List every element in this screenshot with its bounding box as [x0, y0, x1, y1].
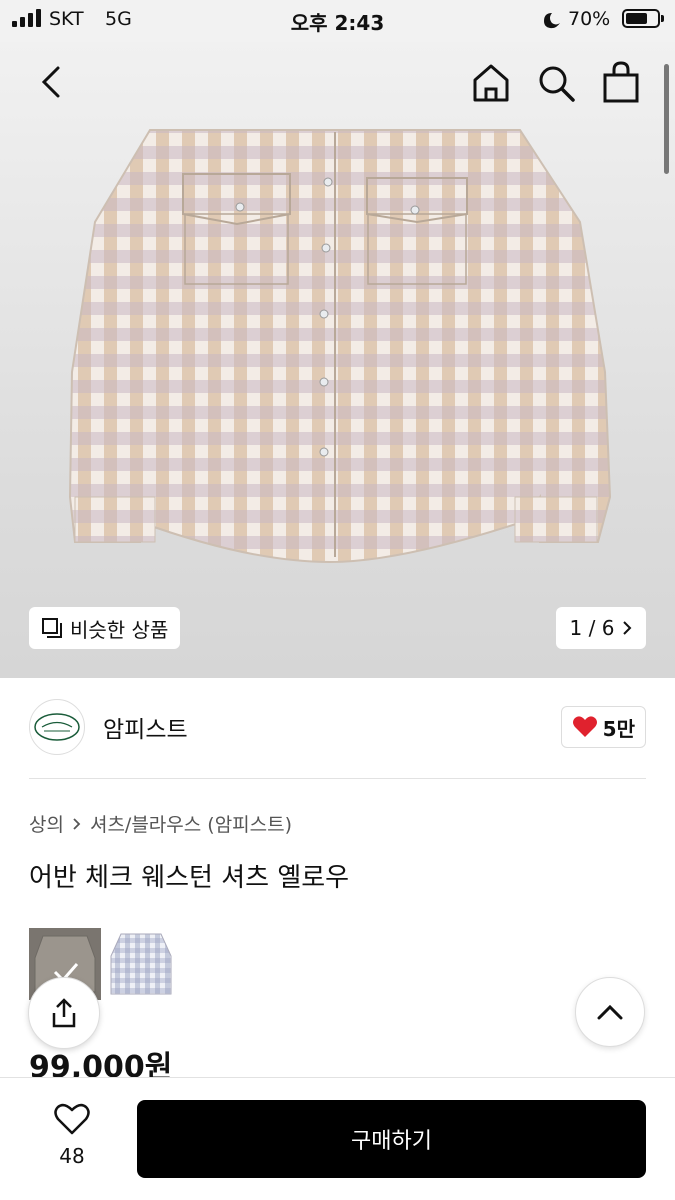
buy-button[interactable]: 구매하기	[137, 1100, 646, 1178]
wishlist-button[interactable]: 48	[40, 1102, 104, 1168]
arrow-up-icon	[597, 1004, 623, 1020]
image-counter-label: 1 / 6	[569, 616, 615, 640]
share-button[interactable]	[28, 977, 100, 1049]
product-image-gallery[interactable]: 비슷한 상품 1 / 6	[0, 42, 675, 678]
share-icon	[52, 998, 76, 1028]
search-button[interactable]	[535, 62, 577, 108]
wishlist-count: 48	[59, 1144, 85, 1168]
breadcrumb: 상의 셔츠/블라우스 (암피스트)	[29, 810, 292, 837]
similar-products-button[interactable]: 비슷한 상품	[29, 607, 181, 649]
breadcrumb-subcategory[interactable]: 셔츠/블라우스 (암피스트)	[90, 810, 292, 837]
breadcrumb-category[interactable]: 상의	[29, 810, 64, 837]
heart-outline-icon	[54, 1103, 90, 1135]
divider	[29, 778, 646, 779]
home-button[interactable]	[470, 62, 512, 108]
seller-row[interactable]: 암피스트 5만	[29, 698, 646, 756]
stack-icon	[42, 618, 62, 638]
cart-button[interactable]	[600, 60, 642, 108]
seller-like-count: 5만	[602, 716, 635, 741]
similar-products-label: 비슷한 상품	[70, 617, 169, 642]
color-option[interactable]	[105, 928, 177, 1000]
search-icon	[539, 66, 575, 102]
battery-icon	[622, 9, 660, 28]
chevron-right-icon	[73, 817, 81, 830]
seller-name[interactable]: 암피스트	[103, 710, 188, 744]
scroll-top-button[interactable]	[575, 977, 645, 1047]
chevron-right-icon	[623, 621, 632, 635]
seller-logo	[29, 699, 85, 755]
product-title: 어반 체크 웨스턴 셔츠 옐로우	[29, 863, 350, 893]
heart-icon	[572, 716, 597, 737]
home-icon	[473, 64, 509, 102]
bottom-action-bar: 48 구매하기	[0, 1077, 675, 1200]
bag-icon	[603, 61, 639, 103]
seller-like-button[interactable]: 5만	[560, 706, 646, 748]
product-image	[68, 129, 612, 564]
focus-moon-icon	[540, 10, 562, 35]
status-bar: SKT 5G 오후 2:43 70%	[0, 0, 675, 42]
back-icon	[41, 66, 60, 98]
battery-percent: 70%	[568, 8, 611, 30]
scroll-indicator	[664, 64, 669, 174]
image-counter[interactable]: 1 / 6	[556, 607, 646, 649]
back-button[interactable]	[38, 64, 64, 104]
